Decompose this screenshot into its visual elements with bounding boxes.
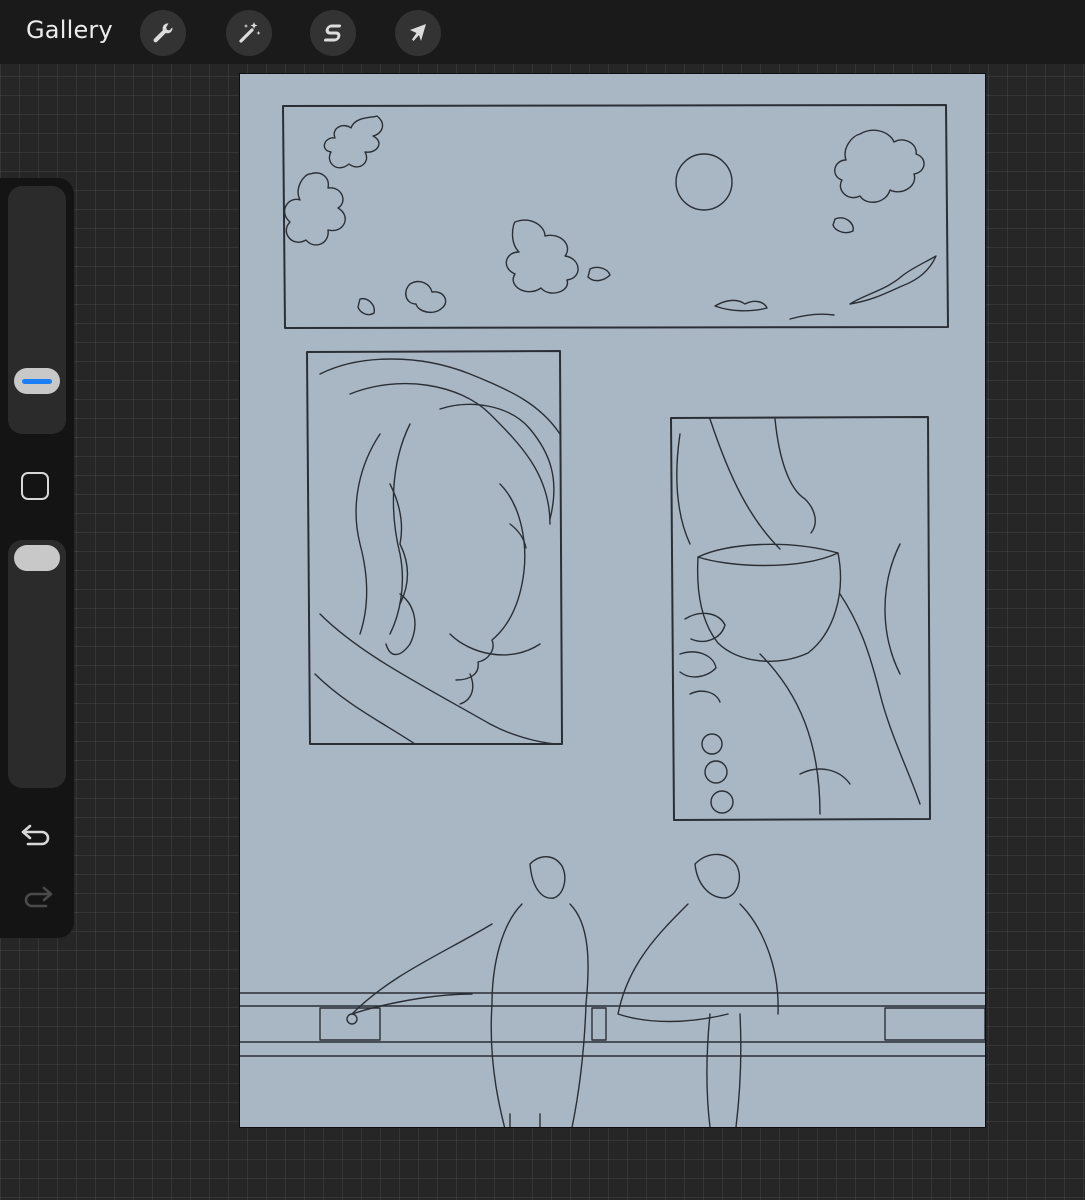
arrow-cursor-icon (410, 24, 426, 41)
opacity-thumb[interactable] (14, 545, 60, 571)
drawing-canvas[interactable] (240, 74, 985, 1127)
modify-button[interactable] (21, 472, 49, 500)
wrench-icon (153, 23, 173, 43)
cloud (357, 298, 375, 316)
teacup-panel (670, 416, 931, 821)
actions-button[interactable] (140, 10, 186, 56)
selection-button[interactable] (310, 10, 356, 56)
left-sidebar (0, 178, 74, 938)
moon (675, 153, 733, 211)
cloud (789, 313, 835, 320)
cloud (284, 172, 346, 246)
selection-s-icon (324, 24, 342, 42)
undo-icon[interactable] (18, 820, 56, 852)
brush-size-thumb[interactable] (14, 368, 60, 394)
cloud (849, 255, 937, 305)
magic-wand-icon (239, 22, 261, 43)
brush-size-slider[interactable] (8, 186, 66, 434)
top-toolbar: Gallery (0, 0, 1085, 64)
cloud (405, 280, 447, 314)
transform-button[interactable] (395, 10, 441, 56)
sky-panel (282, 104, 949, 329)
face-panel (306, 350, 563, 745)
cloud (714, 299, 768, 312)
gallery-button[interactable]: Gallery (26, 16, 113, 44)
railing-scene (240, 853, 985, 1127)
cloud (323, 115, 384, 169)
figure-right-head (694, 853, 741, 899)
redo-icon[interactable] (18, 882, 56, 914)
cloud (834, 129, 925, 203)
cloud (587, 266, 611, 282)
comic-sketch (240, 104, 985, 1127)
opacity-slider[interactable] (8, 540, 66, 788)
face-profile (455, 483, 526, 681)
brush-size-indicator (22, 378, 52, 384)
cloud (505, 219, 579, 294)
adjustments-button[interactable] (226, 10, 272, 56)
cloud (832, 217, 854, 234)
figure-left-head (529, 856, 566, 899)
